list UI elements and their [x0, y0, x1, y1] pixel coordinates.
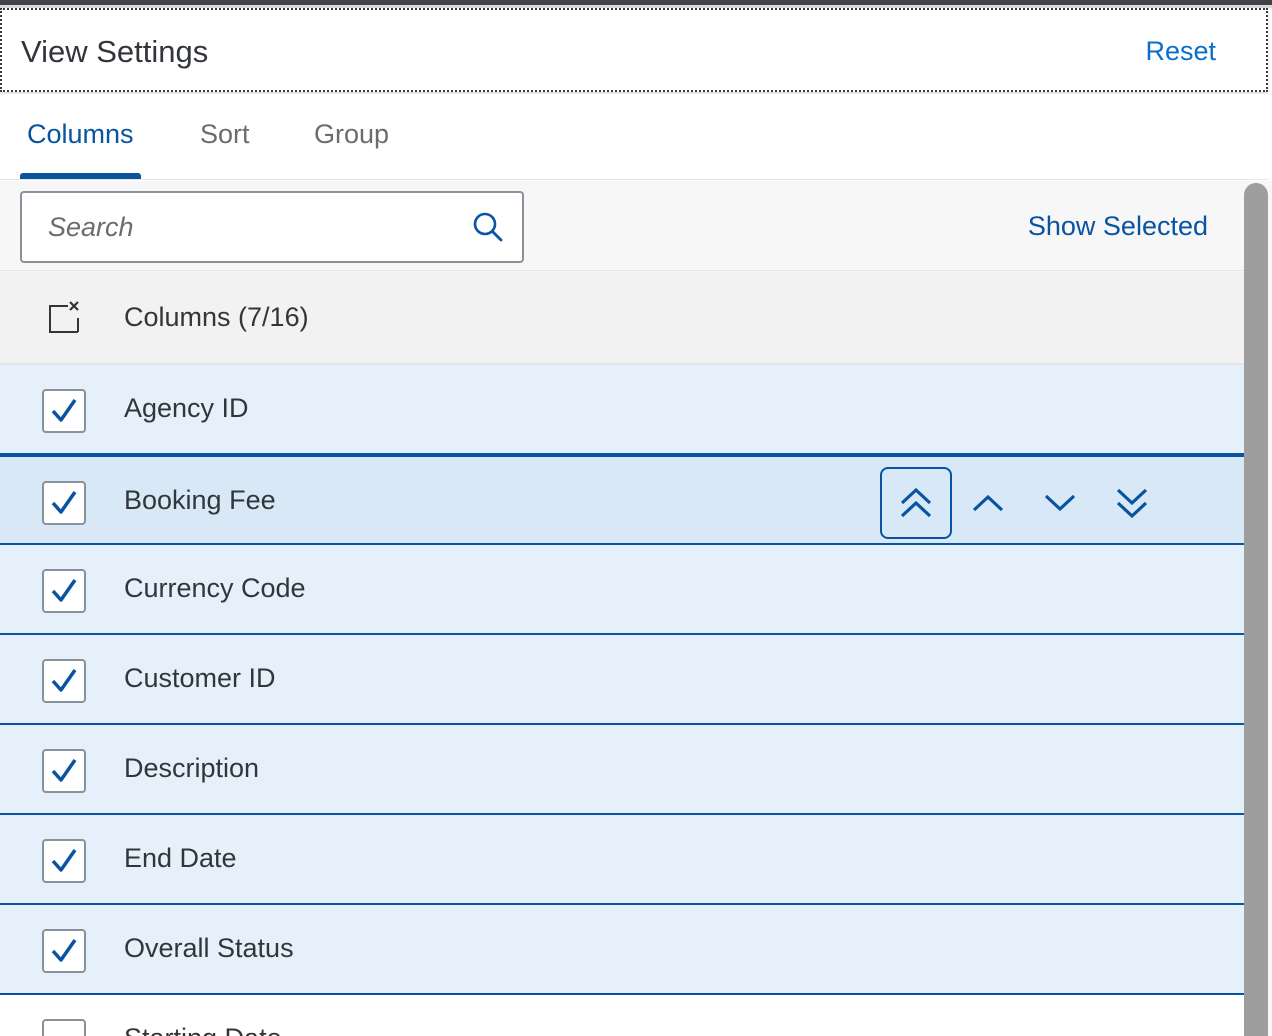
row-checkbox[interactable] [42, 389, 86, 433]
row-label: Starting Date [124, 1023, 282, 1036]
columns-count-label: Columns (7/16) [124, 302, 309, 332]
column-list: Agency ID Booking Fee Currency Code Cust… [0, 365, 1244, 1036]
search-field[interactable] [20, 191, 524, 263]
list-item[interactable]: Overall Status [0, 905, 1244, 995]
row-checkbox[interactable] [42, 839, 86, 883]
tab-columns[interactable]: Columns [27, 119, 134, 150]
move-down-icon[interactable] [1024, 467, 1096, 539]
active-tab-indicator [20, 173, 141, 179]
tab-sort[interactable]: Sort [200, 119, 250, 150]
reset-button[interactable]: Reset [1145, 36, 1216, 67]
row-label: Description [124, 753, 260, 783]
row-checkbox[interactable] [42, 929, 86, 973]
list-item[interactable]: Description [0, 725, 1244, 815]
tab-group[interactable]: Group [314, 119, 389, 150]
list-item[interactable]: End Date [0, 815, 1244, 905]
list-item[interactable]: Booking Fee [0, 455, 1244, 545]
list-item[interactable]: Currency Code [0, 545, 1244, 635]
row-checkbox[interactable] [42, 1019, 86, 1036]
row-checkbox[interactable] [42, 481, 86, 525]
list-item[interactable]: Agency ID [0, 365, 1244, 455]
row-checkbox[interactable] [42, 749, 86, 793]
row-label: End Date [124, 843, 237, 873]
list-item[interactable]: Starting Date [0, 995, 1244, 1036]
row-label: Agency ID [124, 393, 249, 423]
search-icon[interactable] [472, 211, 504, 243]
row-label: Currency Code [124, 573, 306, 603]
row-label: Customer ID [124, 663, 276, 693]
dialog-title: View Settings [21, 34, 209, 69]
list-item[interactable]: Customer ID [0, 635, 1244, 725]
dialog-header: View Settings Reset [0, 8, 1268, 92]
row-label: Booking Fee [124, 485, 276, 515]
tab-bar: Columns Sort Group [0, 94, 1268, 180]
scrollbar[interactable] [1244, 181, 1272, 1036]
scrollbar-thumb[interactable] [1244, 183, 1268, 1036]
columns-panel: Show Selected Columns (7/16) Agency ID [0, 181, 1244, 1036]
row-label: Overall Status [124, 933, 294, 963]
list-toolbar: Show Selected [0, 181, 1244, 271]
clear-selection-icon[interactable] [46, 300, 82, 336]
search-input[interactable] [22, 193, 462, 261]
row-checkbox[interactable] [42, 659, 86, 703]
list-header: Columns (7/16) [0, 272, 1244, 365]
move-to-bottom-icon[interactable] [1096, 467, 1168, 539]
show-selected-button[interactable]: Show Selected [1028, 211, 1208, 242]
row-checkbox[interactable] [42, 569, 86, 613]
move-up-icon[interactable] [952, 467, 1024, 539]
move-to-top-icon[interactable] [880, 467, 952, 539]
